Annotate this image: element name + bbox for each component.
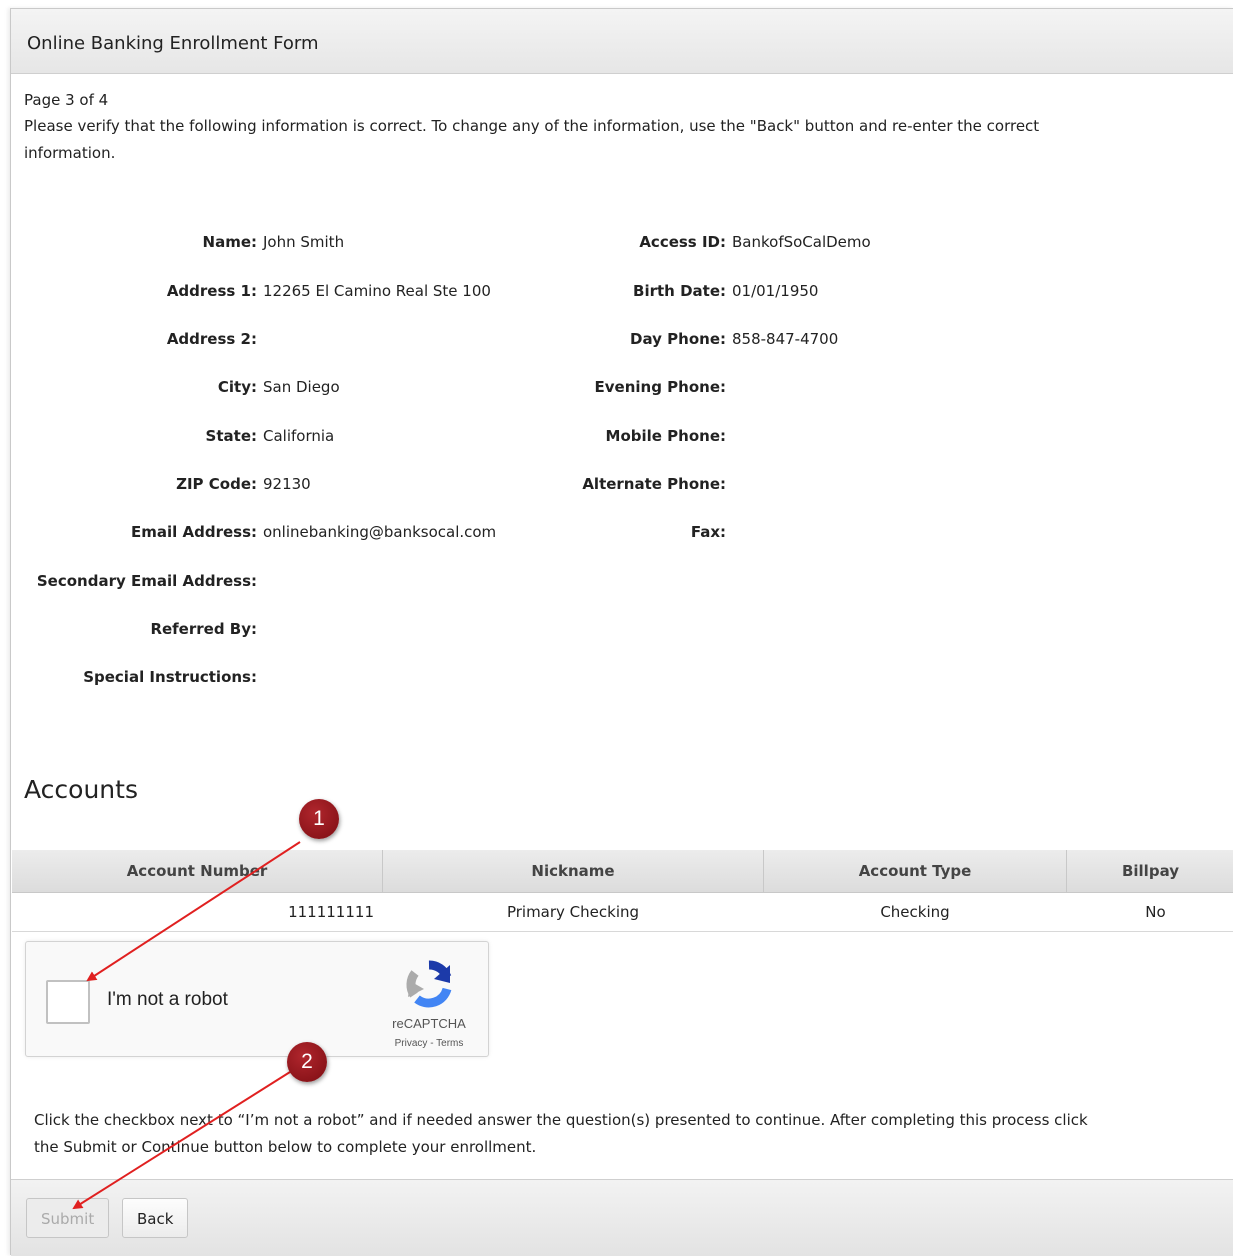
detail-label-day-phone: Day Phone: — [630, 330, 726, 348]
captcha-instructions-line2: the Submit or Continue button below to c… — [34, 1138, 537, 1156]
recaptcha-links: Privacy - Terms — [372, 1038, 486, 1049]
verify-instructions-line2: information. — [24, 144, 116, 162]
detail-value-zip: 92130 — [263, 475, 311, 493]
detail-value-name: John Smith — [263, 233, 345, 251]
column-header-nickname[interactable]: Nickname — [383, 850, 764, 892]
submit-button[interactable]: Submit — [26, 1198, 110, 1238]
detail-label-birth-date: Birth Date: — [633, 282, 726, 300]
column-header-account-number[interactable]: Account Number — [12, 850, 383, 892]
enrollment-form-panel: Online Banking Enrollment Form Page 3 of… — [10, 8, 1233, 1256]
recaptcha-privacy-link[interactable]: Privacy — [395, 1038, 428, 1049]
annotation-marker-1: 1 — [299, 799, 339, 839]
detail-label-evening-phone: Evening Phone: — [594, 378, 726, 396]
cell-account-type: Checking — [880, 903, 950, 921]
detail-label-access-id: Access ID: — [639, 233, 726, 251]
detail-label-state: State: — [205, 427, 257, 445]
annotation-marker-2: 2 — [287, 1042, 327, 1082]
detail-value-city: San Diego — [263, 378, 340, 396]
table-row: 111111111 Primary Checking Checking No — [12, 893, 1233, 932]
recaptcha-widget: I'm not a robot reCAPTCHA Privacy - Term… — [25, 941, 489, 1057]
back-button[interactable]: Back — [122, 1198, 189, 1238]
detail-label-zip: ZIP Code: — [176, 475, 257, 493]
accounts-heading: Accounts — [24, 775, 138, 804]
recaptcha-checkbox[interactable] — [46, 980, 90, 1024]
detail-label-fax: Fax: — [690, 523, 726, 541]
accounts-table-header: Account Number Nickname Account Type Bil… — [12, 850, 1233, 893]
detail-value-birth-date: 01/01/1950 — [732, 282, 819, 300]
cell-nickname: Primary Checking — [506, 903, 640, 921]
detail-value-day-phone: 858-847-4700 — [732, 330, 839, 348]
verify-instructions-line1: Please verify that the following informa… — [24, 117, 1040, 135]
detail-value-address1: 12265 El Camino Real Ste 100 — [263, 282, 491, 300]
detail-value-access-id: BankofSoCalDemo — [732, 233, 871, 251]
detail-label-address1: Address 1: — [166, 282, 257, 300]
form-title-bar: Online Banking Enrollment Form — [11, 9, 1233, 74]
cell-account-number: 111111111 — [288, 903, 374, 921]
detail-value-email: onlinebanking@banksocal.com — [263, 523, 497, 541]
recaptcha-link-separator: - — [427, 1038, 437, 1049]
form-footer: Submit Back — [11, 1179, 1233, 1256]
detail-label-special-instructions: Special Instructions: — [83, 668, 257, 686]
detail-label-referred-by: Referred By: — [150, 620, 257, 638]
recaptcha-logo-icon — [402, 959, 456, 1009]
detail-label-city: City: — [217, 378, 257, 396]
detail-label-alternate-phone: Alternate Phone: — [582, 475, 726, 493]
form-title: Online Banking Enrollment Form — [27, 33, 319, 54]
page-indicator: Page 3 of 4 — [24, 91, 109, 109]
captcha-instructions: Click the checkbox next to “I’m not a ro… — [34, 1107, 1214, 1161]
detail-label-address2: Address 2: — [166, 330, 257, 348]
recaptcha-brand: reCAPTCHA — [392, 1016, 466, 1031]
detail-label-secondary-email: Secondary Email Address: — [36, 572, 257, 590]
detail-label-name: Name: — [202, 233, 257, 251]
recaptcha-terms-link[interactable]: Terms — [436, 1038, 463, 1049]
cell-billpay: No — [1145, 903, 1166, 921]
detail-label-mobile-phone: Mobile Phone: — [605, 427, 726, 445]
detail-value-state: California — [263, 427, 335, 445]
captcha-instructions-line1: Click the checkbox next to “I’m not a ro… — [34, 1111, 1088, 1129]
detail-label-email: Email Address: — [130, 523, 257, 541]
column-header-account-type[interactable]: Account Type — [764, 850, 1067, 892]
column-header-billpay[interactable]: Billpay — [1067, 850, 1233, 892]
recaptcha-label: I'm not a robot — [107, 989, 228, 1010]
